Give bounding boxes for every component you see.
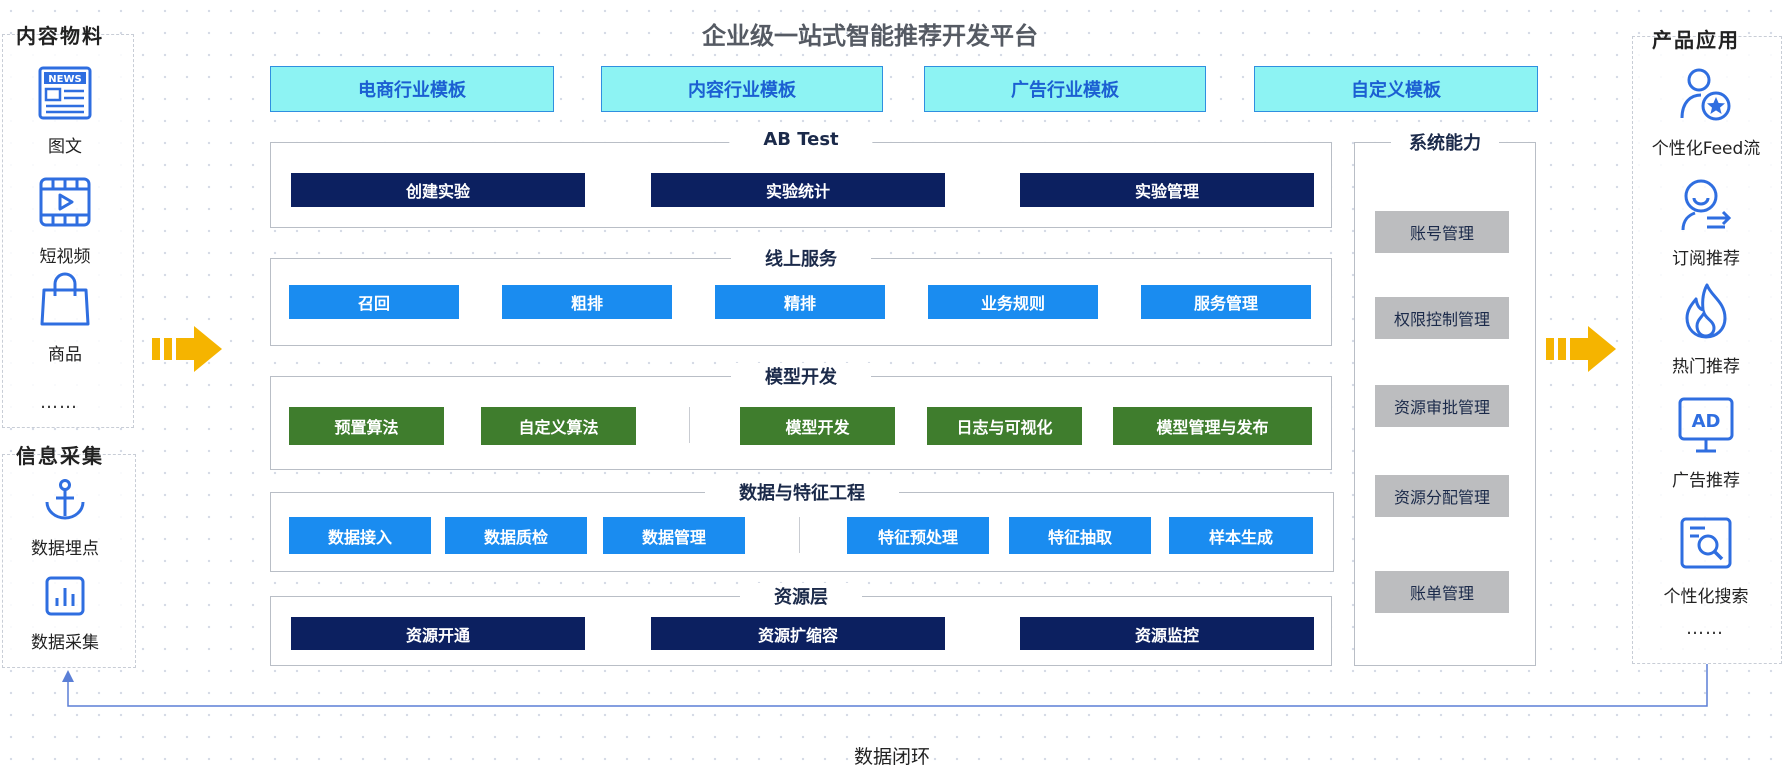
template-advertising[interactable]: 广告行业模板 (924, 66, 1206, 112)
apps-more: …… (1686, 618, 1724, 639)
page-title: 企业级一站式智能推荐开发平台 (702, 22, 1038, 50)
block-experiment-manage[interactable]: 实验管理 (1020, 173, 1314, 207)
app-ad-label: 广告推荐 (1672, 471, 1740, 491)
block-experiment-stats[interactable]: 实验统计 (651, 173, 945, 207)
product-apps-title: 产品应用 (1652, 28, 1740, 52)
section-online-service-title: 线上服务 (731, 245, 871, 271)
section-resource: 资源层 资源开通 资源扩缩容 资源监控 (270, 583, 1332, 666)
search-doc-icon (1680, 517, 1732, 569)
block-model-manage-publish[interactable]: 模型管理与发布 (1113, 407, 1312, 445)
data-feature-divider (799, 517, 800, 553)
model-dev-divider (689, 407, 690, 443)
template-ecommerce[interactable]: 电商行业模板 (270, 66, 554, 112)
app-ad: AD 广告推荐 (1641, 396, 1771, 491)
block-create-experiment[interactable]: 创建实验 (291, 173, 585, 207)
section-online-service: 线上服务 召回 粗排 精排 业务规则 服务管理 (270, 245, 1332, 346)
block-feature-preprocess[interactable]: 特征预处理 (847, 517, 989, 554)
flow-arrow-left-icon (152, 326, 222, 372)
data-loop-label: 数据闭环 (853, 746, 930, 768)
bar-chart-icon (45, 576, 85, 616)
material-news: NEWS 图文 (0, 66, 130, 157)
section-data-feature: 数据与特征工程 数据接入 数据质检 数据管理 特征预处理 特征抽取 样本生成 (270, 479, 1334, 572)
video-icon (39, 177, 91, 227)
collect-tracking-label: 数据埋点 (31, 539, 99, 559)
collect-data: 数据采集 (0, 576, 130, 653)
block-custom-algorithm[interactable]: 自定义算法 (481, 407, 636, 445)
block-resource-approval[interactable]: 资源审批管理 (1375, 385, 1509, 427)
material-video: 短视频 (0, 176, 130, 267)
app-subscribe-label: 订阅推荐 (1672, 249, 1740, 269)
collect-tracking: 数据埋点 (0, 478, 130, 559)
app-hot: 热门推荐 (1641, 282, 1771, 377)
template-custom[interactable]: 自定义模板 (1254, 66, 1538, 112)
material-video-label: 短视频 (39, 247, 91, 267)
block-data-quality[interactable]: 数据质检 (445, 517, 587, 554)
block-coarse-rank[interactable]: 粗排 (502, 285, 672, 319)
block-data-manage[interactable]: 数据管理 (603, 517, 745, 554)
flow-arrow-right-icon (1546, 326, 1616, 372)
section-ab-test: AB Test 创建实验 实验统计 实验管理 (270, 129, 1332, 228)
block-sample-generate[interactable]: 样本生成 (1169, 517, 1313, 554)
app-hot-label: 热门推荐 (1672, 357, 1740, 377)
template-content[interactable]: 内容行业模板 (601, 66, 883, 112)
app-search-label: 个性化搜索 (1663, 587, 1749, 607)
block-service-manage[interactable]: 服务管理 (1141, 285, 1311, 319)
anchor-icon (45, 479, 85, 520)
app-feed-label: 个性化Feed流 (1651, 139, 1761, 159)
material-news-label: 图文 (48, 137, 82, 157)
section-data-feature-title: 数据与特征工程 (705, 479, 899, 505)
block-recall[interactable]: 召回 (289, 285, 459, 319)
material-goods: 商品 (0, 272, 130, 365)
section-ab-test-title: AB Test (729, 129, 873, 150)
section-system-title: 系统能力 (1391, 129, 1499, 155)
block-resource-provision[interactable]: 资源开通 (291, 617, 585, 650)
block-permission-manage[interactable]: 权限控制管理 (1375, 297, 1509, 339)
block-model-develop[interactable]: 模型开发 (740, 407, 895, 445)
user-subscribe-icon (1681, 179, 1732, 231)
flame-icon (1685, 283, 1727, 339)
block-resource-scaling[interactable]: 资源扩缩容 (651, 617, 945, 650)
content-materials-title: 内容物料 (16, 24, 104, 48)
block-account-manage[interactable]: 账号管理 (1375, 211, 1509, 253)
block-billing-manage[interactable]: 账单管理 (1375, 571, 1509, 613)
block-feature-extract[interactable]: 特征抽取 (1009, 517, 1151, 554)
block-data-ingest[interactable]: 数据接入 (289, 517, 431, 554)
section-resource-title: 资源层 (740, 583, 862, 609)
block-resource-allocation[interactable]: 资源分配管理 (1375, 475, 1509, 517)
section-model-dev-title: 模型开发 (731, 363, 871, 389)
svg-text:AD: AD (1692, 411, 1721, 432)
ad-icon: AD (1678, 397, 1734, 453)
section-system: 系统能力 账号管理 权限控制管理 资源审批管理 资源分配管理 账单管理 (1354, 129, 1536, 666)
block-resource-monitor[interactable]: 资源监控 (1020, 617, 1314, 650)
section-model-dev: 模型开发 预置算法 自定义算法 模型开发 日志与可视化 模型管理与发布 (270, 363, 1332, 470)
collect-data-label: 数据采集 (31, 633, 99, 653)
app-subscribe: 订阅推荐 (1641, 178, 1771, 269)
block-business-rules[interactable]: 业务规则 (928, 285, 1098, 319)
app-search: 个性化搜索 (1641, 516, 1771, 607)
user-star-icon (1680, 68, 1731, 121)
news-icon: NEWS (38, 66, 92, 120)
material-goods-label: 商品 (48, 345, 82, 365)
block-preset-algorithm[interactable]: 预置算法 (289, 407, 444, 445)
app-feed: 个性化Feed流 (1641, 66, 1771, 159)
block-fine-rank[interactable]: 精排 (715, 285, 885, 319)
svg-text:NEWS: NEWS (48, 74, 81, 85)
block-log-visualize[interactable]: 日志与可视化 (927, 407, 1082, 445)
info-collect-title: 信息采集 (16, 444, 104, 468)
shopping-bag-icon (40, 272, 90, 326)
materials-more: …… (40, 392, 78, 413)
